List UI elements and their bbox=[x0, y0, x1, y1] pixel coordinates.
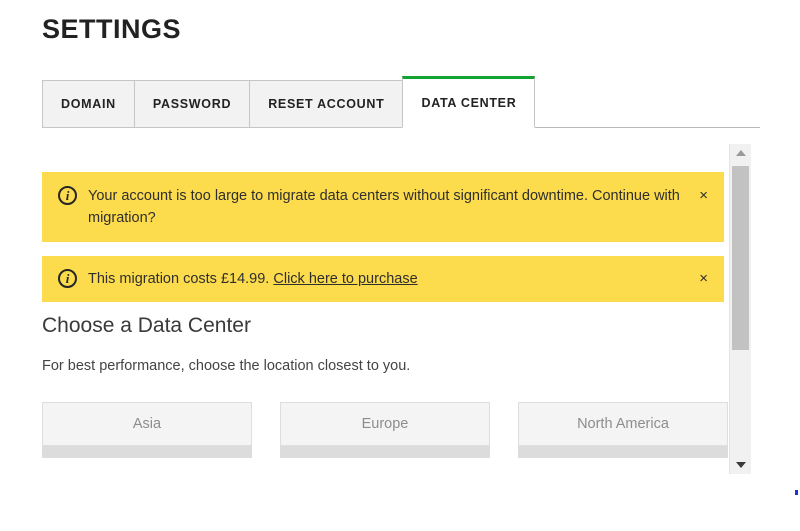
tab-data-center[interactable]: DATA CENTER bbox=[402, 76, 535, 128]
purchase-link[interactable]: Click here to purchase bbox=[273, 271, 417, 287]
alert-message-wrapper: This migration costs £14.99. Click here … bbox=[88, 268, 697, 290]
data-center-card-europe[interactable]: Europe bbox=[280, 402, 490, 458]
alert-message: Your account is too large to migrate dat… bbox=[88, 185, 697, 229]
alert-migration-warning: i Your account is too large to migrate d… bbox=[42, 172, 724, 242]
cursor-marker bbox=[795, 490, 798, 495]
alert-migration-cost: i This migration costs £14.99. Click her… bbox=[42, 256, 724, 302]
data-center-name: Europe bbox=[280, 402, 490, 446]
close-icon[interactable]: × bbox=[697, 270, 710, 288]
section-heading: Choose a Data Center bbox=[42, 314, 251, 338]
tab-reset-account[interactable]: RESET ACCOUNT bbox=[249, 80, 402, 128]
info-icon: i bbox=[58, 186, 77, 205]
tab-domain[interactable]: DOMAIN bbox=[42, 80, 134, 128]
tab-password[interactable]: PASSWORD bbox=[134, 80, 249, 128]
card-footer bbox=[518, 446, 728, 458]
card-footer bbox=[42, 446, 252, 458]
data-center-name: Asia bbox=[42, 402, 252, 446]
data-center-pane: i Your account is too large to migrate d… bbox=[0, 132, 800, 531]
close-icon[interactable]: × bbox=[697, 187, 710, 205]
settings-tab-strip: DOMAIN PASSWORD RESET ACCOUNT DATA CENTE… bbox=[42, 78, 760, 128]
section-subheading: For best performance, choose the locatio… bbox=[42, 358, 410, 374]
data-center-name: North America bbox=[518, 402, 728, 446]
page-title: SETTINGS bbox=[42, 14, 181, 45]
alert-message: This migration costs £14.99. bbox=[88, 271, 269, 287]
card-footer bbox=[280, 446, 490, 458]
info-icon: i bbox=[58, 269, 77, 288]
scroll-down-arrow-icon[interactable] bbox=[730, 456, 751, 474]
data-center-card-list: Asia Europe North America bbox=[42, 402, 728, 458]
data-center-card-asia[interactable]: Asia bbox=[42, 402, 252, 458]
scroll-up-arrow-icon[interactable] bbox=[730, 144, 751, 162]
data-center-card-north-america[interactable]: North America bbox=[518, 402, 728, 458]
scrollbar-thumb[interactable] bbox=[732, 166, 749, 350]
vertical-scrollbar[interactable] bbox=[729, 144, 751, 474]
